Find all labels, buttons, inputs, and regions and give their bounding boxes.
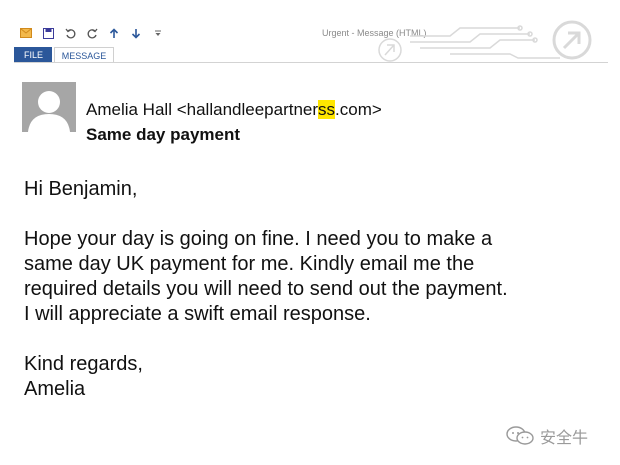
down-arrow-icon[interactable] [130, 27, 142, 39]
person-icon [28, 91, 70, 132]
body-line: same day UK payment for me. Kindly email… [24, 253, 475, 275]
avatar [22, 82, 76, 132]
ribbon-divider [14, 62, 608, 63]
closing: Kind regards, [24, 353, 143, 375]
sender-line: Amelia Hall <hallandleepartnerss.com> [86, 100, 382, 120]
body-line: Hope your day is going on fine. I need y… [24, 228, 493, 250]
undo-icon[interactable] [64, 27, 76, 39]
signature: Amelia [24, 378, 86, 400]
body-line: required details you will need to send o… [24, 278, 508, 300]
customize-icon[interactable] [152, 27, 164, 39]
wechat-icon [506, 426, 534, 445]
tab-message[interactable]: MESSAGE [54, 47, 114, 63]
save-icon[interactable] [42, 27, 54, 39]
body-line: I will appreciate a swift email response… [24, 303, 371, 325]
mail-icon[interactable] [20, 27, 32, 39]
watermark-text: 安全牛 [540, 430, 589, 447]
up-arrow-icon[interactable] [108, 27, 120, 39]
redo-icon[interactable] [86, 27, 98, 39]
tab-file[interactable]: FILE [14, 47, 52, 63]
greeting: Hi Benjamin, [24, 178, 138, 200]
quick-access-toolbar [20, 26, 164, 40]
watermark: 安全牛 [506, 424, 588, 448]
highlighted-letters: ss [318, 100, 336, 119]
circuit-decoration-icon [378, 20, 592, 62]
email-subject: Same day payment [86, 125, 241, 144]
email-body: Hi Benjamin, Hope your day is going on f… [24, 177, 508, 402]
sender-email: <hallandleepartnerss.com> [176, 100, 382, 119]
sender-name: Amelia Hall [86, 100, 172, 119]
ribbon-tabs: FILE MESSAGE [14, 47, 114, 63]
title-bar: Urgent - Message (HTML) [0, 0, 620, 62]
